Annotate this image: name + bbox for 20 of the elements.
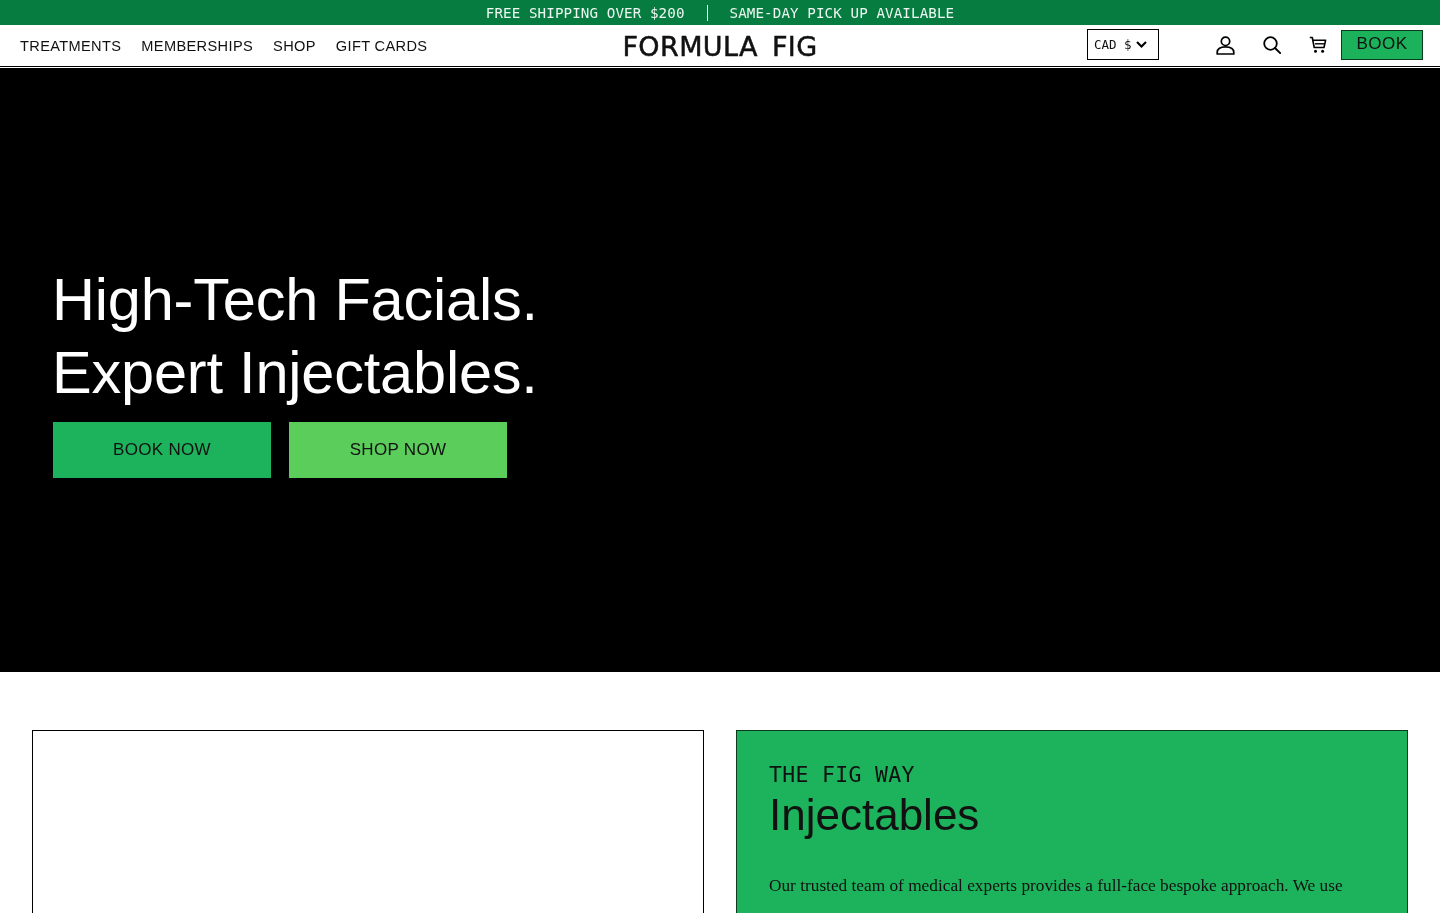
eyebrow-text: THE FIG WAY <box>769 762 915 788</box>
book-button[interactable]: BOOK <box>1341 30 1423 60</box>
search-icon[interactable] <box>1263 36 1281 54</box>
hero-heading: High-Tech Facials. <box>52 264 538 335</box>
user-icon[interactable] <box>1216 35 1235 55</box>
announcement-text: SAME-DAY PICK UP AVAILABLE <box>729 4 955 21</box>
cart-icon[interactable] <box>1309 36 1327 54</box>
hero-button[interactable]: BOOK NOW <box>53 421 271 478</box>
announcement-text: FREE SHIPPING OVER $200 <box>485 4 685 21</box>
hero-button[interactable]: SHOP NOW <box>289 421 507 478</box>
nav-link[interactable]: TREATMENTS <box>20 37 122 54</box>
nav-link[interactable]: GIFT CARDS <box>335 37 428 54</box>
feature-paragraph: Our trusted team of medical experts provides a full-face bespoke approach. We use <box>769 875 1343 897</box>
feature-title: Injectables <box>769 789 980 841</box>
hero-heading: Expert Injectables. <box>52 337 538 408</box>
nav-link[interactable]: MEMBERSHIPS <box>141 37 254 54</box>
nav-link[interactable]: SHOP <box>273 37 316 54</box>
currency-selector[interactable]: CAD $ <box>1087 29 1159 60</box>
chevron-down-icon <box>1135 41 1147 48</box>
logo[interactable]: FORMULA FIG <box>622 29 818 62</box>
